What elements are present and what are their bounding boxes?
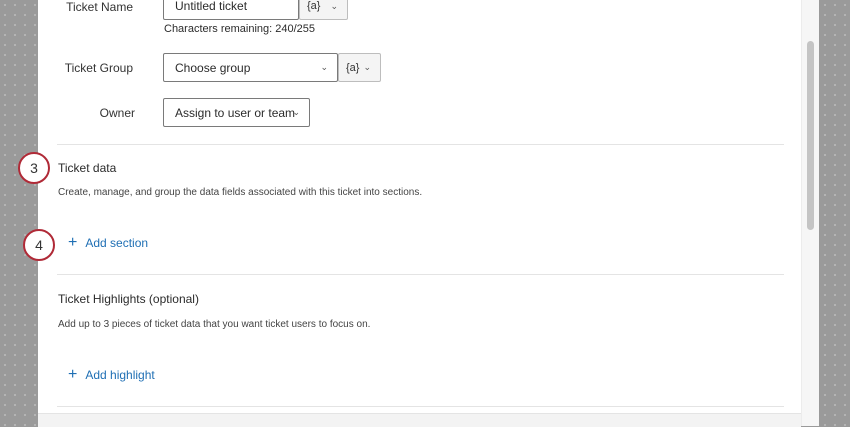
ticket-highlights-title: Ticket Highlights (optional) bbox=[58, 292, 199, 306]
owner-value: Assign to user or team bbox=[175, 105, 296, 120]
plus-icon: + bbox=[68, 234, 78, 251]
owner-label: Owner bbox=[99, 106, 135, 120]
plus-icon: + bbox=[68, 366, 78, 383]
ticket-name-input[interactable]: Untitled ticket bbox=[163, 0, 299, 20]
ticket-name-label: Ticket Name bbox=[66, 0, 133, 14]
characters-remaining-text: Characters remaining: 240/255 bbox=[164, 23, 316, 35]
chevron-down-icon: ⌄ bbox=[320, 62, 328, 72]
owner-select[interactable]: Assign to user or team ⌄ bbox=[163, 98, 310, 127]
section-divider bbox=[57, 144, 784, 145]
ticket-data-description: Create, manage, and group the data field… bbox=[58, 187, 423, 198]
add-highlight-label: Add highlight bbox=[85, 368, 155, 382]
piped-text-label: {a} bbox=[307, 0, 321, 12]
step-4-marker: 4 bbox=[23, 229, 55, 261]
chevron-down-icon: ⌄ bbox=[363, 62, 371, 72]
ticket-group-piped-text-button[interactable]: {a} ⌄ bbox=[338, 53, 381, 82]
chevron-down-icon: ⌄ bbox=[330, 0, 338, 11]
ticket-group-value: Choose group bbox=[175, 60, 251, 75]
add-highlight-button[interactable]: + Add highlight bbox=[68, 366, 155, 383]
panel-footer-strip bbox=[38, 413, 801, 427]
add-section-label: Add section bbox=[85, 236, 149, 250]
step-3-marker: 3 bbox=[18, 152, 50, 184]
section-divider bbox=[57, 406, 784, 407]
add-section-button[interactable]: + Add section bbox=[68, 234, 149, 251]
ticket-name-value: Untitled ticket bbox=[175, 0, 248, 13]
ticket-group-select[interactable]: Choose group ⌄ bbox=[163, 53, 338, 82]
scrollbar-thumb[interactable] bbox=[807, 41, 814, 230]
ticket-settings-panel bbox=[38, 0, 818, 426]
section-divider bbox=[57, 274, 784, 275]
ticket-data-title: Ticket data bbox=[58, 161, 117, 175]
ticket-group-label: Ticket Group bbox=[64, 61, 133, 75]
vertical-scrollbar[interactable] bbox=[801, 0, 819, 426]
piped-text-label: {a} bbox=[346, 61, 360, 74]
ticket-highlights-description: Add up to 3 pieces of ticket data that y… bbox=[58, 319, 371, 330]
chevron-down-icon: ⌄ bbox=[292, 107, 300, 117]
ticket-name-piped-text-button[interactable]: {a} ⌄ bbox=[299, 0, 348, 20]
